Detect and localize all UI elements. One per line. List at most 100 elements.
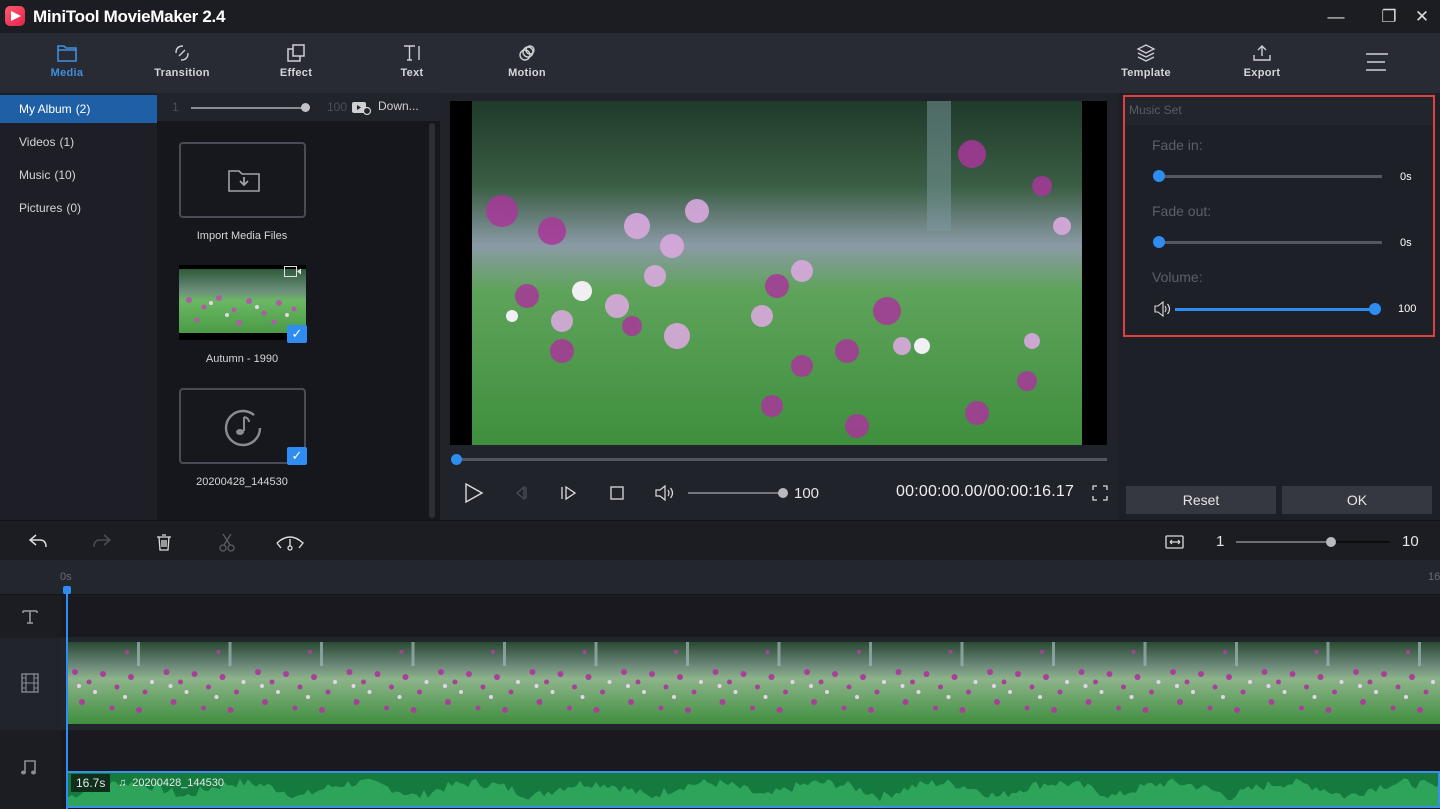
- ruler-end-label: 16: [1428, 571, 1440, 583]
- seek-bar[interactable]: [456, 458, 1107, 461]
- video-selected-checkbox[interactable]: ✓: [287, 325, 307, 343]
- audio-clip-name-text: 20200428_144530: [132, 777, 225, 789]
- undo-icon[interactable]: [27, 531, 51, 553]
- export-button[interactable]: Export: [1222, 33, 1302, 93]
- audio-track-header: [0, 730, 61, 809]
- music-set-panel: Music Set Fade in: 0s Fade out: 0s Volum…: [1123, 95, 1435, 337]
- media-category-list: My Album (2) Videos (1) Music (10) Pictures…: [0, 93, 157, 520]
- tab-media[interactable]: Media: [27, 33, 107, 93]
- fullscreen-icon[interactable]: [1092, 485, 1108, 501]
- redo-icon[interactable]: [89, 531, 113, 553]
- timeline-zoom-handle[interactable]: [1326, 537, 1336, 547]
- tab-transition[interactable]: Transition: [142, 33, 222, 93]
- stop-icon[interactable]: [606, 483, 628, 503]
- category-music[interactable]: Music (10): [0, 161, 157, 189]
- fade-in-slider[interactable]: [1158, 175, 1382, 178]
- player-volume-handle[interactable]: [778, 488, 788, 498]
- delete-icon[interactable]: [152, 531, 176, 553]
- timeline-zoom-slider[interactable]: [1236, 541, 1390, 543]
- timecode: 00:00:00.00/00:00:16.17: [896, 483, 1075, 500]
- video-track: [61, 638, 1440, 730]
- import-media-tile[interactable]: [179, 142, 306, 218]
- reset-button[interactable]: Reset: [1126, 486, 1276, 514]
- motion-icon: [519, 45, 535, 61]
- playhead[interactable]: [66, 588, 68, 809]
- audio-clip-duration: 16.7s: [71, 774, 111, 792]
- transition-icon: [175, 45, 189, 61]
- media-caption: Import Media Files: [196, 230, 288, 242]
- app-logo-icon: [5, 6, 25, 26]
- timeline-ruler[interactable]: 0s 16: [0, 560, 1440, 595]
- timeline-tracks: 16.7s ♫ 20200428_144530: [61, 596, 1440, 809]
- music-volume-slider[interactable]: [1175, 308, 1375, 311]
- fade-in-handle[interactable]: [1153, 170, 1165, 182]
- audio-track: 16.7s ♫ 20200428_144530: [61, 730, 1440, 809]
- video-type-icon: [284, 266, 301, 277]
- template-button[interactable]: Template: [1106, 33, 1186, 93]
- film-strip-icon: [21, 673, 39, 693]
- fade-out-slider[interactable]: [1158, 241, 1382, 244]
- tab-effect[interactable]: Effect: [256, 33, 336, 93]
- export-icon: [1253, 45, 1271, 61]
- audio-clip-name: ♫ 20200428_144530: [118, 777, 224, 789]
- zoom-min-label: 1: [1216, 533, 1225, 550]
- template-label: Template: [1121, 67, 1171, 79]
- tab-label: Effect: [279, 67, 313, 79]
- zoom-max-label: 10: [1402, 533, 1419, 550]
- music-set-title: Music Set: [1129, 103, 1182, 117]
- fade-out-value: 0s: [1400, 237, 1412, 249]
- text-track[interactable]: [61, 596, 1440, 638]
- download-button[interactable]: Down...: [378, 99, 419, 113]
- fade-out-label: Fade out:: [1152, 203, 1212, 219]
- folder-icon: [57, 45, 77, 62]
- media-toolbar: 1 100 Down...: [157, 93, 440, 121]
- music-track-icon: [21, 760, 36, 775]
- preview-frame: [472, 101, 1082, 445]
- thumb-size-slider[interactable]: [191, 107, 305, 109]
- thumb-size-slider-handle[interactable]: [301, 103, 310, 112]
- tab-label: Text: [400, 67, 424, 79]
- text-track-icon: [22, 610, 38, 624]
- category-label: Videos: [19, 135, 56, 149]
- category-videos[interactable]: Videos (1): [0, 128, 157, 156]
- tab-label: Transition: [154, 67, 210, 79]
- hamburger-menu-icon[interactable]: [1366, 53, 1388, 71]
- previous-frame-icon[interactable]: [510, 483, 532, 503]
- category-my-album[interactable]: My Album (2): [0, 95, 157, 123]
- category-label: My Album: [19, 102, 72, 116]
- video-clip[interactable]: [67, 642, 1440, 724]
- music-note-icon: [224, 409, 262, 447]
- media-scrollbar[interactable]: [429, 123, 435, 518]
- next-frame-icon[interactable]: [558, 483, 580, 503]
- close-button[interactable]: ✕: [1410, 6, 1434, 28]
- music-volume-handle[interactable]: [1369, 303, 1381, 315]
- play-icon[interactable]: [463, 483, 485, 503]
- player-volume-slider[interactable]: [688, 492, 783, 494]
- audio-clip[interactable]: 16.7s ♫ 20200428_144530: [66, 771, 1440, 808]
- video-track-header: [0, 638, 61, 730]
- video-clip-filmstrip: [67, 642, 1440, 724]
- preview-panel: 100 00:00:00.00/00:00:16.17: [440, 93, 1118, 520]
- tab-motion[interactable]: Motion: [487, 33, 567, 93]
- tab-text[interactable]: Text: [372, 33, 452, 93]
- download-icon[interactable]: [352, 101, 372, 115]
- category-pictures[interactable]: Pictures (0): [0, 194, 157, 222]
- volume-icon[interactable]: [654, 483, 676, 503]
- split-scissors-icon[interactable]: [215, 531, 239, 553]
- restore-button[interactable]: ❐: [1377, 6, 1401, 28]
- category-count: (10): [54, 168, 76, 182]
- fade-in-label: Fade in:: [1152, 137, 1203, 153]
- timeline-zoom-fill: [1236, 541, 1328, 543]
- seek-bar-handle[interactable]: [451, 454, 462, 465]
- fade-out-handle[interactable]: [1153, 236, 1165, 248]
- media-library: 1 100 Down... Import Media Files ✓ Autum…: [157, 93, 440, 520]
- speed-gauge-icon[interactable]: [275, 531, 305, 553]
- main-toolbar: Media Transition Effect Text Motion Temp…: [0, 33, 1440, 93]
- fade-in-value: 0s: [1400, 171, 1412, 183]
- playhead-handle[interactable]: [63, 586, 71, 594]
- video-preview[interactable]: [450, 101, 1107, 445]
- minimize-button[interactable]: —: [1324, 6, 1348, 28]
- fit-timeline-icon[interactable]: [1163, 531, 1187, 553]
- ok-button[interactable]: OK: [1282, 486, 1432, 514]
- audio-selected-checkbox[interactable]: ✓: [287, 447, 307, 465]
